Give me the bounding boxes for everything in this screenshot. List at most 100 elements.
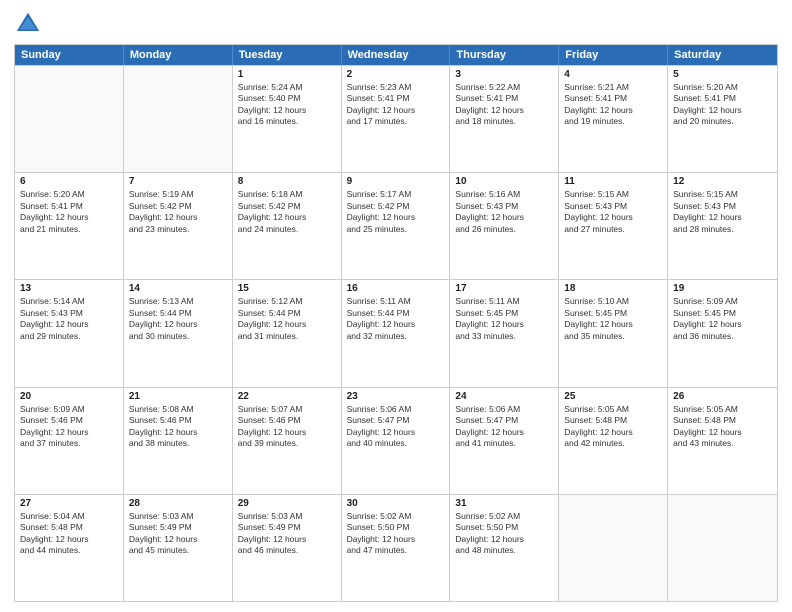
cell-line: Sunrise: 5:03 AM [238, 511, 336, 522]
cell-line: Daylight: 12 hours [564, 212, 662, 223]
cell-line: Sunrise: 5:13 AM [129, 296, 227, 307]
cell-line: and 43 minutes. [673, 438, 772, 449]
calendar-cell: 15Sunrise: 5:12 AMSunset: 5:44 PMDayligh… [233, 280, 342, 386]
cell-line: Sunset: 5:41 PM [20, 201, 118, 212]
cell-line: and 39 minutes. [238, 438, 336, 449]
calendar-cell: 7Sunrise: 5:19 AMSunset: 5:42 PMDaylight… [124, 173, 233, 279]
cell-line: Sunset: 5:42 PM [347, 201, 445, 212]
cell-line: and 19 minutes. [564, 116, 662, 127]
cell-line: Daylight: 12 hours [238, 319, 336, 330]
day-number: 23 [347, 391, 445, 402]
day-number: 25 [564, 391, 662, 402]
cell-line: and 18 minutes. [455, 116, 553, 127]
cell-line: and 27 minutes. [564, 224, 662, 235]
header-cell-tuesday: Tuesday [233, 45, 342, 65]
day-number: 20 [20, 391, 118, 402]
day-number: 3 [455, 69, 553, 80]
calendar-cell [559, 495, 668, 601]
header-cell-monday: Monday [124, 45, 233, 65]
cell-line: Daylight: 12 hours [673, 427, 772, 438]
cell-line: Sunset: 5:42 PM [238, 201, 336, 212]
cell-line: Sunset: 5:43 PM [673, 201, 772, 212]
day-number: 21 [129, 391, 227, 402]
cell-line: Daylight: 12 hours [20, 212, 118, 223]
cell-line: Sunrise: 5:02 AM [347, 511, 445, 522]
cell-line: and 21 minutes. [20, 224, 118, 235]
cell-line: and 40 minutes. [347, 438, 445, 449]
calendar-cell [124, 66, 233, 172]
cell-line: Sunrise: 5:12 AM [238, 296, 336, 307]
cell-line: Sunset: 5:41 PM [347, 93, 445, 104]
calendar-cell: 22Sunrise: 5:07 AMSunset: 5:46 PMDayligh… [233, 388, 342, 494]
cell-line: Daylight: 12 hours [129, 534, 227, 545]
cell-line: and 28 minutes. [673, 224, 772, 235]
cell-line: Daylight: 12 hours [238, 105, 336, 116]
cell-line: Sunrise: 5:07 AM [238, 404, 336, 415]
cell-line: Daylight: 12 hours [564, 319, 662, 330]
cell-line: Daylight: 12 hours [20, 427, 118, 438]
cell-line: Sunrise: 5:06 AM [347, 404, 445, 415]
cell-line: Daylight: 12 hours [455, 212, 553, 223]
cell-line: and 29 minutes. [20, 331, 118, 342]
cell-line: Sunrise: 5:02 AM [455, 511, 553, 522]
cell-line: Sunset: 5:44 PM [238, 308, 336, 319]
header-cell-wednesday: Wednesday [342, 45, 451, 65]
calendar-row-4: 27Sunrise: 5:04 AMSunset: 5:48 PMDayligh… [15, 494, 777, 601]
header-cell-saturday: Saturday [668, 45, 777, 65]
day-number: 29 [238, 498, 336, 509]
cell-line: and 35 minutes. [564, 331, 662, 342]
cell-line: Daylight: 12 hours [238, 212, 336, 223]
cell-line: and 41 minutes. [455, 438, 553, 449]
cell-line: Sunrise: 5:06 AM [455, 404, 553, 415]
cell-line: Sunset: 5:48 PM [564, 415, 662, 426]
cell-line: and 17 minutes. [347, 116, 445, 127]
day-number: 1 [238, 69, 336, 80]
calendar-cell: 20Sunrise: 5:09 AMSunset: 5:46 PMDayligh… [15, 388, 124, 494]
cell-line: Sunset: 5:44 PM [347, 308, 445, 319]
cell-line: and 36 minutes. [673, 331, 772, 342]
calendar-cell: 11Sunrise: 5:15 AMSunset: 5:43 PMDayligh… [559, 173, 668, 279]
calendar-cell: 3Sunrise: 5:22 AMSunset: 5:41 PMDaylight… [450, 66, 559, 172]
calendar-cell: 24Sunrise: 5:06 AMSunset: 5:47 PMDayligh… [450, 388, 559, 494]
cell-line: Daylight: 12 hours [347, 212, 445, 223]
cell-line: Sunrise: 5:17 AM [347, 189, 445, 200]
cell-line: Sunrise: 5:20 AM [20, 189, 118, 200]
cell-line: Daylight: 12 hours [238, 427, 336, 438]
cell-line: Sunset: 5:45 PM [564, 308, 662, 319]
day-number: 2 [347, 69, 445, 80]
cell-line: Sunset: 5:46 PM [129, 415, 227, 426]
day-number: 13 [20, 283, 118, 294]
cell-line: and 46 minutes. [238, 545, 336, 556]
cell-line: Sunrise: 5:09 AM [20, 404, 118, 415]
cell-line: Daylight: 12 hours [129, 427, 227, 438]
cell-line: Sunset: 5:45 PM [455, 308, 553, 319]
cell-line: Daylight: 12 hours [347, 534, 445, 545]
cell-line: Sunrise: 5:15 AM [673, 189, 772, 200]
cell-line: Sunrise: 5:24 AM [238, 82, 336, 93]
day-number: 10 [455, 176, 553, 187]
cell-line: Sunrise: 5:09 AM [673, 296, 772, 307]
calendar-header: SundayMondayTuesdayWednesdayThursdayFrid… [15, 45, 777, 65]
calendar-row-2: 13Sunrise: 5:14 AMSunset: 5:43 PMDayligh… [15, 279, 777, 386]
cell-line: and 32 minutes. [347, 331, 445, 342]
cell-line: Sunset: 5:48 PM [673, 415, 772, 426]
day-number: 16 [347, 283, 445, 294]
calendar-row-1: 6Sunrise: 5:20 AMSunset: 5:41 PMDaylight… [15, 172, 777, 279]
day-number: 11 [564, 176, 662, 187]
cell-line: and 23 minutes. [129, 224, 227, 235]
calendar-cell: 16Sunrise: 5:11 AMSunset: 5:44 PMDayligh… [342, 280, 451, 386]
cell-line: Sunrise: 5:14 AM [20, 296, 118, 307]
cell-line: Sunset: 5:45 PM [673, 308, 772, 319]
calendar-cell: 28Sunrise: 5:03 AMSunset: 5:49 PMDayligh… [124, 495, 233, 601]
cell-line: Daylight: 12 hours [347, 427, 445, 438]
cell-line: Daylight: 12 hours [564, 105, 662, 116]
cell-line: Sunset: 5:50 PM [347, 522, 445, 533]
cell-line: Sunrise: 5:18 AM [238, 189, 336, 200]
cell-line: Sunset: 5:42 PM [129, 201, 227, 212]
day-number: 9 [347, 176, 445, 187]
calendar-cell: 25Sunrise: 5:05 AMSunset: 5:48 PMDayligh… [559, 388, 668, 494]
cell-line: Sunset: 5:47 PM [455, 415, 553, 426]
day-number: 18 [564, 283, 662, 294]
cell-line: Sunset: 5:47 PM [347, 415, 445, 426]
day-number: 27 [20, 498, 118, 509]
